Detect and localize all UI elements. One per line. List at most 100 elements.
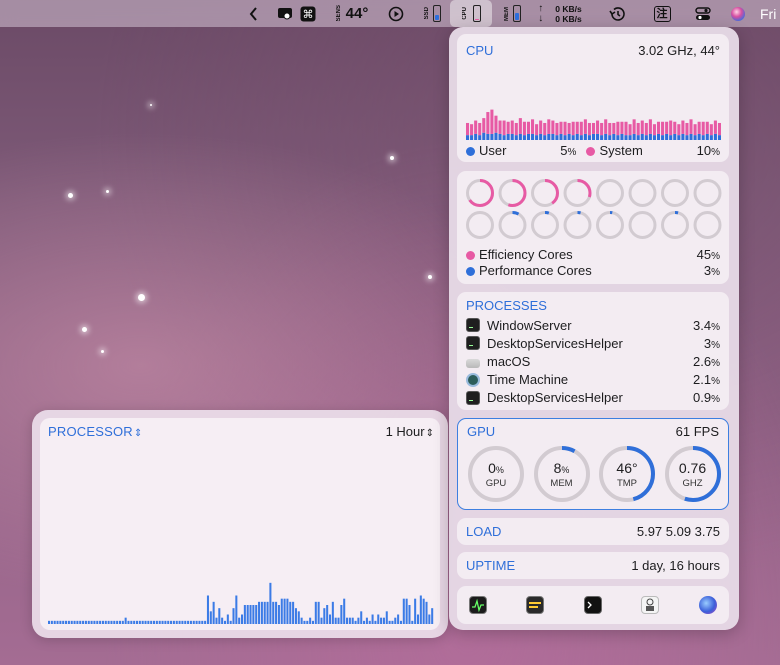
process-row[interactable]: DesktopServicesHelper 0.9% xyxy=(466,389,720,407)
cpu-system-bar xyxy=(705,121,709,134)
cpu-system-bar xyxy=(701,121,705,136)
processor-history-bar xyxy=(209,611,212,624)
cpu-system-bar xyxy=(539,120,543,134)
processor-history-bar xyxy=(70,620,73,624)
chevron-left-icon[interactable] xyxy=(245,0,263,27)
clock-day[interactable]: Fri xyxy=(760,0,780,27)
cpu-user-bar xyxy=(522,135,526,140)
cpu-system-bar xyxy=(510,120,514,134)
processor-history-bar xyxy=(130,620,133,624)
cpu-label: CPU xyxy=(461,7,468,20)
memory-label: MEM xyxy=(503,6,510,21)
processor-history-bar xyxy=(172,620,175,624)
process-name: DesktopServicesHelper xyxy=(487,335,623,351)
cpu-user-bar xyxy=(575,133,579,140)
gauge-value: 46° xyxy=(616,460,638,476)
cpu-system-bar xyxy=(518,118,522,134)
cpu-user-bar xyxy=(502,135,506,140)
gpu-gauge-mem: 8% MEM xyxy=(532,444,592,504)
processor-history-bar xyxy=(116,620,119,624)
processor-history-bar xyxy=(311,620,314,624)
memory-menu[interactable]: MEM xyxy=(500,0,524,27)
processor-history-bar xyxy=(346,617,349,624)
cpu-user-bar xyxy=(652,135,656,140)
cpu-user-bar xyxy=(474,133,478,140)
processor-history-bar xyxy=(405,598,408,624)
processor-history-bar xyxy=(187,620,190,624)
siri-icon[interactable] xyxy=(728,0,748,27)
input-method-icon[interactable]: 注 xyxy=(650,0,674,27)
processor-history-bar xyxy=(133,620,136,624)
cpu-user-bar xyxy=(559,133,563,140)
cpu-system-bar xyxy=(677,124,681,136)
processes-title: PROCESSES xyxy=(466,298,547,313)
cpu-frequency: 3.02 GHz, 44° xyxy=(638,43,720,58)
terminal-app-icon[interactable] xyxy=(584,596,602,614)
cpu-system-bar xyxy=(669,120,673,136)
processor-history-bar xyxy=(104,620,107,624)
cpu-user-bar xyxy=(624,135,628,140)
cpu-system-bar xyxy=(579,121,583,136)
processor-history-bar xyxy=(113,620,116,624)
processor-history-bar xyxy=(82,620,85,624)
cpu-user-bar xyxy=(486,133,490,140)
processor-history-bar xyxy=(204,620,207,624)
console-app-icon[interactable] xyxy=(526,596,544,614)
cpu-menu[interactable]: CPU xyxy=(450,0,492,27)
core-ring-track xyxy=(498,211,527,239)
processor-history-bar xyxy=(246,605,249,624)
cpu-title: CPU xyxy=(466,43,494,58)
processor-history-bar xyxy=(343,598,346,624)
cpu-system-bar xyxy=(571,121,575,136)
gpu-fps: 61 FPS xyxy=(675,424,719,439)
cpu-system-bar xyxy=(547,119,551,134)
terminal-icon xyxy=(466,336,480,351)
cpu-user-bar xyxy=(697,133,701,140)
processor-history-bar xyxy=(363,620,366,624)
processor-history-bar xyxy=(380,617,383,624)
performance-percent: 3% xyxy=(703,263,720,278)
display-icon[interactable] xyxy=(276,0,294,27)
play-circle-icon[interactable] xyxy=(386,0,406,27)
processor-history-bar xyxy=(241,614,244,624)
command-icon[interactable]: ⌘ xyxy=(299,0,317,27)
system-information-icon[interactable] xyxy=(641,596,659,614)
time-machine-icon[interactable] xyxy=(607,0,627,27)
cpu-user-bar xyxy=(600,135,604,140)
cpu-user-bar xyxy=(648,133,652,140)
processor-history-bar xyxy=(110,620,113,624)
cpu-system-bar xyxy=(596,120,600,134)
processor-history-bar xyxy=(326,605,329,624)
activity-monitor-icon[interactable] xyxy=(469,596,487,614)
process-name: DesktopServicesHelper xyxy=(487,390,623,406)
processor-history-bar xyxy=(283,598,286,624)
processor-history-bar xyxy=(382,617,385,624)
gpu-card[interactable]: GPU 61 FPS 0% GPU 8% MEM 46° TMP 0.76 GHZ xyxy=(457,418,729,510)
cpu-system-bar xyxy=(494,115,498,133)
cpu-system-bar xyxy=(604,119,608,134)
processor-history-bar xyxy=(397,614,400,624)
process-row[interactable]: WindowServer 3.4% xyxy=(466,316,720,334)
terminal-icon xyxy=(466,318,480,332)
process-row[interactable]: Time Machine 2.1% xyxy=(466,371,720,389)
cpu-system-bar xyxy=(713,120,717,134)
cpu-user-bar xyxy=(628,135,632,140)
processor-history-bar xyxy=(306,620,309,624)
processor-history-bar xyxy=(317,601,320,624)
process-row[interactable]: macOS 2.6% xyxy=(466,352,720,370)
sensors-menu[interactable]: SENS 44° xyxy=(330,0,374,27)
process-row[interactable]: DesktopServicesHelper 3% xyxy=(466,334,720,352)
network-menu[interactable]: ↑ ↓ 0 KB/s 0 KB/s xyxy=(530,0,590,27)
network-upload-rate: 0 KB/s xyxy=(555,3,582,14)
cpu-system-bar xyxy=(486,112,490,134)
disk-utility-icon[interactable] xyxy=(699,596,717,614)
cpu-user-bar xyxy=(632,133,636,140)
cpu-user-bar xyxy=(709,135,713,140)
control-center-icon[interactable] xyxy=(692,0,714,27)
processor-history-bar xyxy=(277,605,280,624)
cpu-system-bar xyxy=(502,120,506,136)
cpu-user-bar xyxy=(693,135,697,140)
gpu-gauge-gpu: 0% GPU xyxy=(466,444,526,504)
background-star xyxy=(82,327,87,332)
ssd-menu[interactable]: SSD xyxy=(420,0,444,27)
